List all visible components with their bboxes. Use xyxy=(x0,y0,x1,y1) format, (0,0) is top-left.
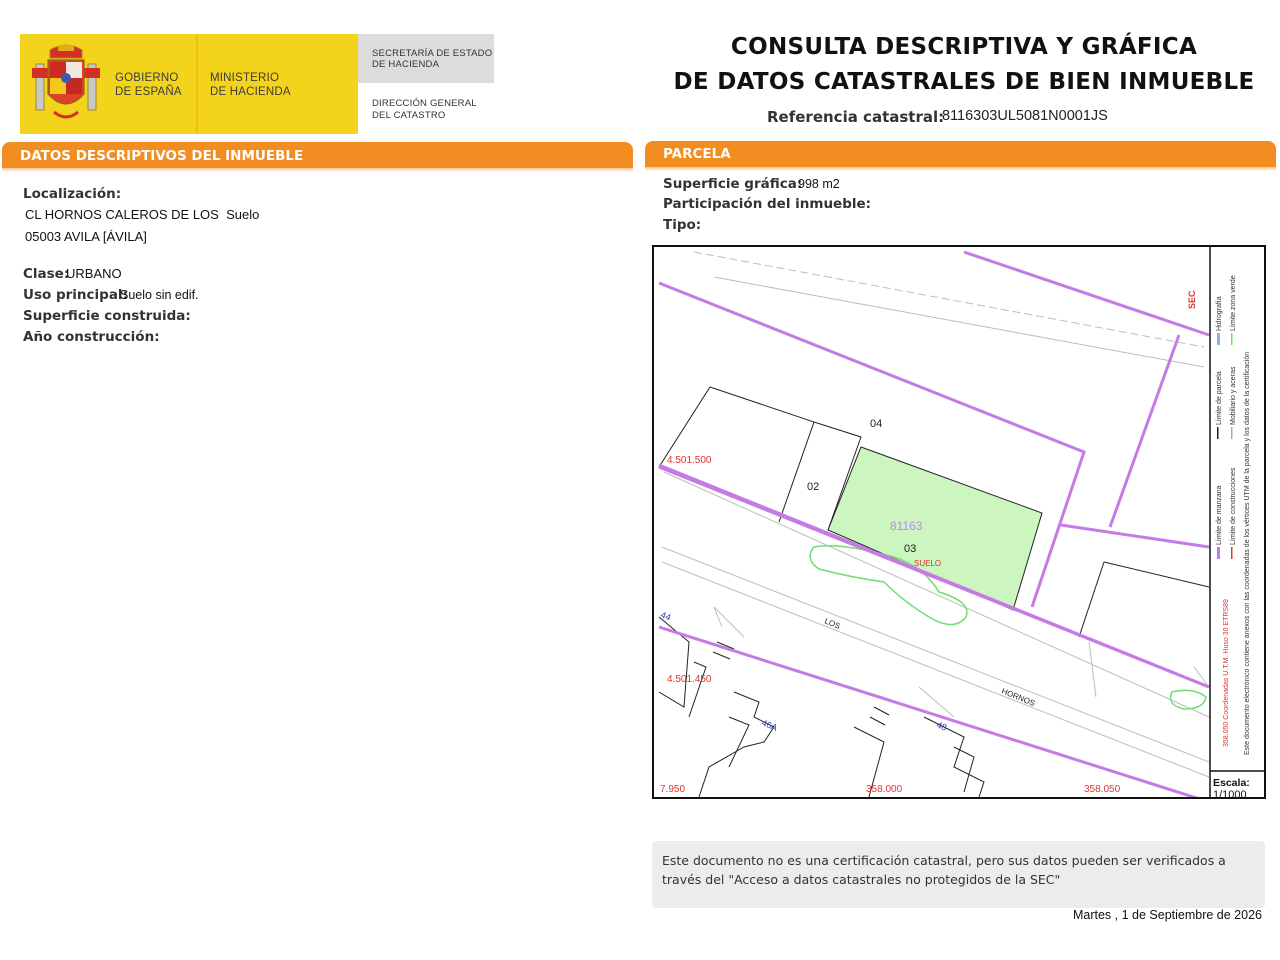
legend-swatch-manzana xyxy=(1217,547,1220,559)
ministry-label: MINISTERIO xyxy=(210,72,280,84)
parcel-label-03: 03 xyxy=(904,543,916,555)
location-address: CL HORNOS CALEROS DE LOS Suelo xyxy=(25,207,260,222)
page-subtitle: DE DATOS CATASTRALES DE BIEN INMUEBLE xyxy=(673,69,1255,95)
directorate-label-name: DEL CATASTRO xyxy=(372,110,446,121)
descriptive-section-header: DATOS DESCRIPTIVOS DEL INMUEBLE xyxy=(2,142,633,168)
class-value: URBANO xyxy=(66,266,122,281)
legend-manzana: Límite de manzana xyxy=(1216,485,1223,545)
legend-note: Este documento electrónico contiene anex… xyxy=(1244,352,1251,755)
graphic-area-label: Superficie gráfica: xyxy=(663,176,803,192)
government-label-country: DE ESPAÑA xyxy=(115,86,182,98)
legend-swatch-mobiliario xyxy=(1231,427,1233,439)
parcel-id-label: 81163 xyxy=(890,519,923,533)
directorate-label: DIRECCIÓN GENERAL xyxy=(372,98,477,109)
use-label: Uso principal: xyxy=(23,287,128,303)
legend-construcciones: Límite de construcciones xyxy=(1230,467,1237,545)
scale-label: Escala: xyxy=(1213,777,1250,789)
built-area-label: Superficie construida: xyxy=(23,308,191,324)
legend-swatch-zona-verde xyxy=(1231,333,1233,345)
construction-year-label: Año construcción: xyxy=(23,329,160,345)
coord-x-label-left: 7.950 xyxy=(660,784,685,795)
class-label: Clase: xyxy=(23,266,70,282)
cadastral-map[interactable]: 4.501.500 4.501.450 7.950 358.000 358.05… xyxy=(652,245,1266,799)
reference-label: Referencia catastral: xyxy=(767,108,945,126)
reference-value: 8116303UL5081N0001JS xyxy=(942,108,1108,124)
parcel-label-02: 02 xyxy=(807,481,819,493)
document-date: Martes , 1 de Septiembre de 2026 xyxy=(1072,908,1262,922)
legend-swatch-construcciones xyxy=(1231,547,1233,559)
sec-logo-mark: SEC xyxy=(1187,290,1197,309)
green-zone-outline-small xyxy=(1169,689,1207,710)
house-number-44: 44 xyxy=(659,610,672,623)
secretariat-label: SECRETARÍA DE ESTADO xyxy=(372,48,493,59)
page-title: CONSULTA DESCRIPTIVA Y GRÁFICA xyxy=(730,34,1198,60)
legend-parcela: Límite de parcela xyxy=(1216,371,1223,425)
participation-label: Participación del inmueble: xyxy=(663,196,872,212)
legend-hidrografia: Hidrografía xyxy=(1216,296,1223,331)
location-postal: 05003 AVILA [ÁVILA] xyxy=(25,229,147,244)
legend-swatch-parcela xyxy=(1217,427,1219,439)
secretariat-label-name: DE HACIENDA xyxy=(372,59,440,70)
parcel-label-04: 04 xyxy=(870,418,882,430)
parcel-header-shadow xyxy=(645,167,1276,171)
legend-zona-verde: Límite zona verde xyxy=(1230,275,1237,331)
scale-value: 1/1000 xyxy=(1213,789,1247,801)
use-value: Suelo sin edif. xyxy=(120,288,199,302)
suelo-label: SUELO xyxy=(914,559,941,568)
graphic-area-value: 998 m2 xyxy=(798,177,840,191)
building-outlines xyxy=(658,386,1210,797)
location-label: Localización: xyxy=(23,186,122,202)
government-label: GOBIERNO xyxy=(115,72,179,84)
house-number-46a: 46A xyxy=(760,718,779,733)
ministry-label-name: DE HACIENDA xyxy=(210,86,291,98)
legend-mobiliario: Mobiliario y aceras xyxy=(1230,366,1237,425)
type-label: Tipo: xyxy=(663,217,702,233)
legend-coords: 358.050 Coordenadas U.T.M. Huso 30 ETRS8… xyxy=(1223,599,1230,747)
coord-y-label-upper: 4.501.500 xyxy=(667,455,712,466)
house-number-48: 48 xyxy=(935,720,948,733)
coat-of-arms-icon xyxy=(32,44,100,119)
coord-y-label-lower: 4.501.450 xyxy=(667,674,712,685)
parcel-section-header: PARCELA xyxy=(645,141,1276,167)
legend-swatch-hidrografia xyxy=(1217,333,1220,345)
logo-divider xyxy=(196,34,198,134)
coord-x-label-right: 358.050 xyxy=(1084,784,1121,795)
cadastral-map-canvas: 4.501.500 4.501.450 7.950 358.000 358.05… xyxy=(658,247,1264,797)
descriptive-header-shadow xyxy=(2,168,633,172)
coord-x-label-mid: 358.000 xyxy=(866,784,903,795)
verification-notice: Este documento no es una certificación c… xyxy=(662,853,1226,887)
